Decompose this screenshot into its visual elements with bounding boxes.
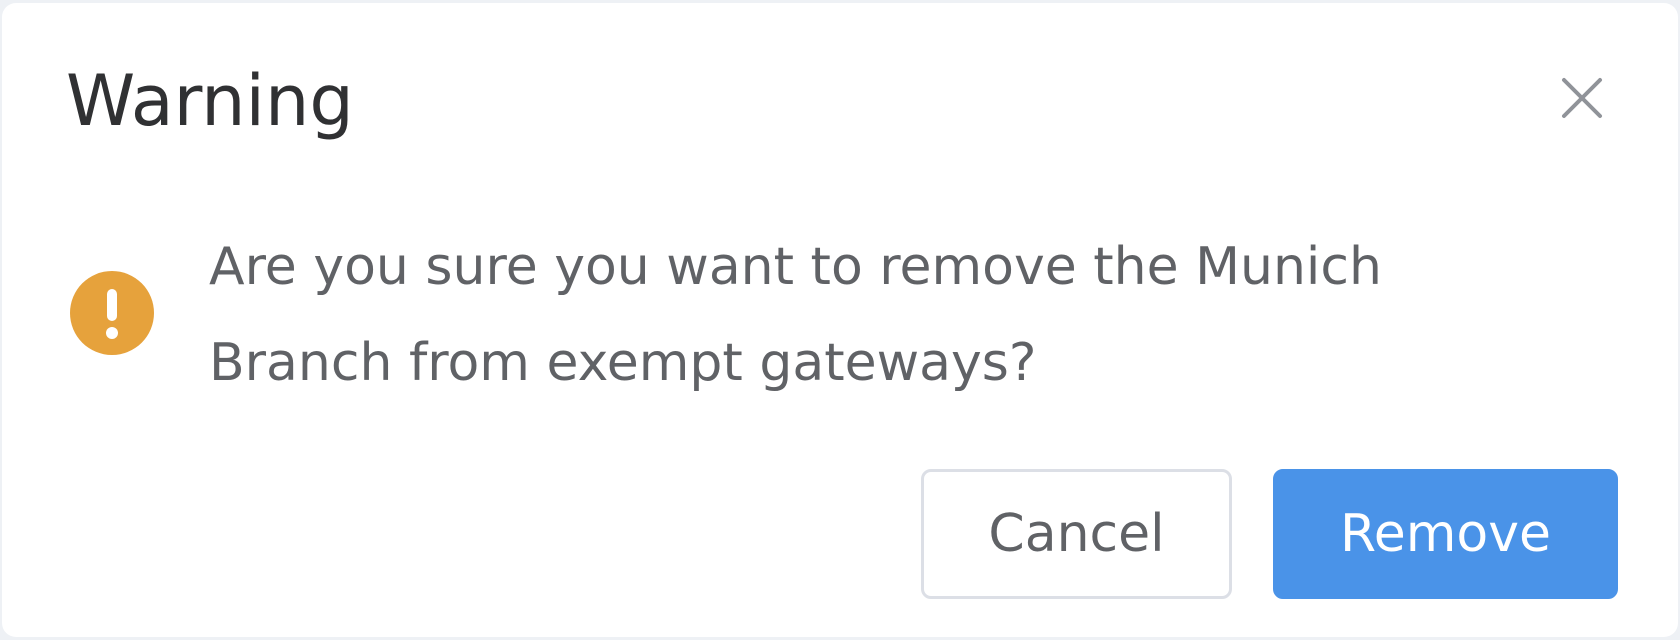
dialog-title: Warning [66,60,354,142]
close-icon [1562,78,1602,118]
cancel-button[interactable]: Cancel [921,469,1232,599]
warning-dialog: Warning Are you sure you want to remove … [2,3,1678,637]
close-button[interactable] [1554,70,1610,126]
warning-icon [70,271,154,355]
dialog-message: Are you sure you want to remove the Muni… [209,237,1382,393]
remove-button[interactable]: Remove [1273,469,1618,599]
